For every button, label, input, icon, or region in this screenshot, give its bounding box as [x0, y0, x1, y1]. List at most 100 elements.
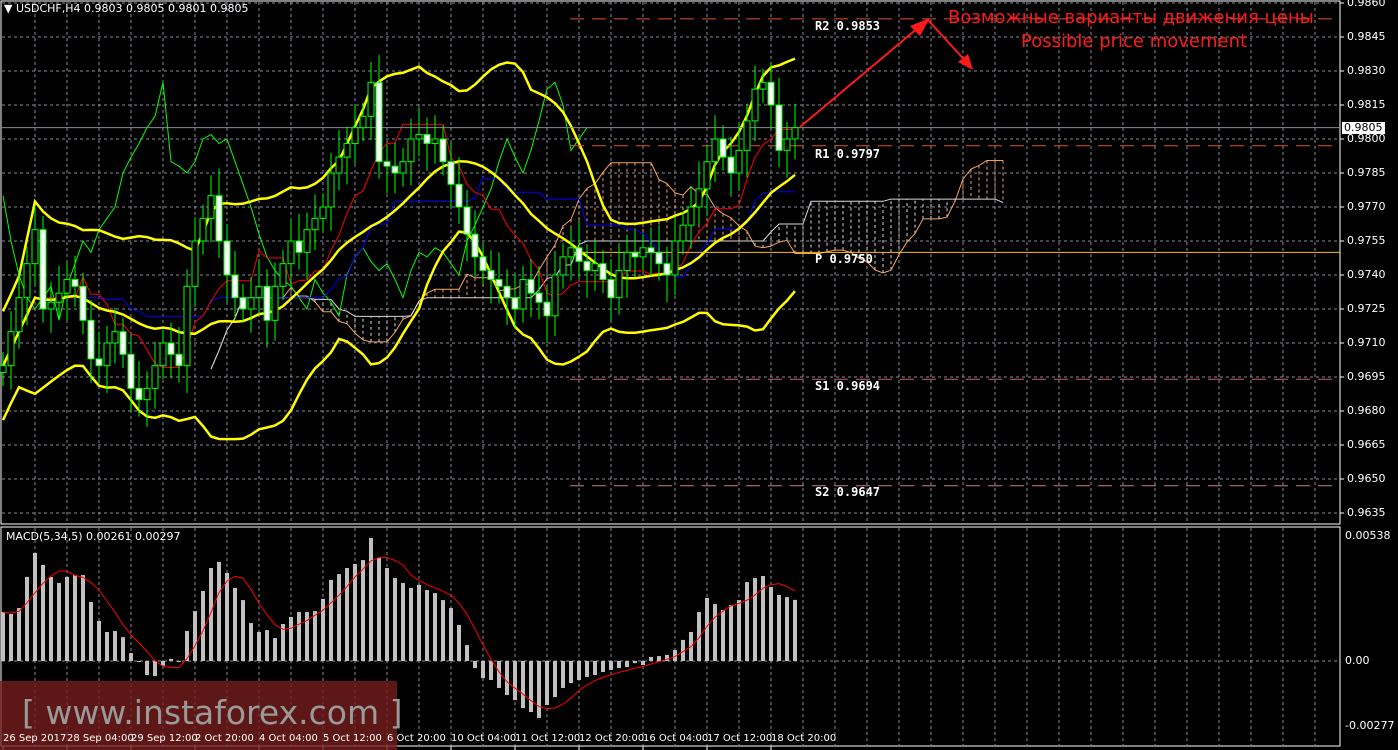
- macd-histogram-bar: [449, 608, 453, 661]
- candle-body: [655, 251, 663, 265]
- candle-body: [495, 279, 503, 287]
- macd-histogram-bar: [729, 605, 733, 661]
- time-axis-label: 18 Oct 20:00: [771, 733, 837, 744]
- candle-body: [143, 387, 151, 401]
- macd-axis-label: -0.00277: [1345, 718, 1395, 732]
- macd-histogram-bar: [793, 599, 797, 661]
- price-axis-label: 0.9755: [1347, 234, 1386, 247]
- annotation-russian: Возможные варианты движения цены: [948, 7, 1314, 28]
- macd-histogram-bar: [529, 661, 533, 713]
- macd-histogram-bar: [41, 564, 45, 661]
- candle-body: [559, 256, 567, 276]
- candle-body: [639, 247, 647, 258]
- candle-body: [791, 127, 799, 140]
- candle-body: [631, 251, 639, 258]
- macd-histogram-bar: [65, 576, 69, 661]
- candle-body: [407, 138, 415, 163]
- chart-header: ▼ USDCHF,H4 0.9803 0.9805 0.9801 0.9805: [4, 2, 248, 15]
- candle-body: [439, 138, 447, 163]
- price-axis-label: 0.9650: [1347, 472, 1386, 485]
- price-axis-label: 0.9725: [1347, 302, 1386, 315]
- candle-body: [503, 285, 511, 299]
- macd-histogram-bar: [1, 612, 5, 661]
- macd-histogram-bar: [89, 601, 93, 661]
- candle-body: [167, 342, 175, 355]
- time-axis-label: 29 Sep 12:00: [131, 733, 198, 744]
- ohlc-readout: 0.9803 0.9805 0.9801 0.9805: [84, 2, 249, 15]
- time-axis-label: 26 Sep 2017: [3, 733, 67, 744]
- candle-body: [511, 297, 519, 310]
- candle-body: [15, 297, 23, 333]
- candle-body: [223, 240, 231, 276]
- macd-histogram-bar: [385, 568, 389, 661]
- candle-body: [663, 263, 671, 276]
- candle-body: [127, 353, 135, 389]
- macd-histogram-bar: [609, 661, 613, 670]
- macd-histogram-bar: [593, 661, 597, 676]
- macd-histogram-bar: [657, 656, 661, 661]
- candle-body: [343, 143, 351, 158]
- candle-body: [255, 285, 263, 299]
- macd-histogram-bar: [113, 631, 117, 661]
- macd-histogram-bar: [369, 538, 373, 661]
- macd-histogram-bar: [105, 631, 109, 661]
- candle-body: [231, 274, 239, 299]
- macd-histogram-bar: [177, 661, 181, 662]
- macd-histogram-bar: [9, 613, 13, 661]
- candle-body: [335, 156, 343, 174]
- candle-body: [199, 217, 207, 242]
- macd-histogram-bar: [417, 584, 421, 661]
- macd-histogram-bar: [433, 593, 437, 661]
- macd-histogram-bar: [713, 604, 717, 661]
- macd-histogram-bar: [17, 608, 21, 661]
- macd-histogram-bar: [513, 661, 517, 701]
- candle-body: [263, 285, 271, 321]
- candle-body: [775, 104, 783, 151]
- time-axis-label: 28 Sep 04:00: [67, 733, 134, 744]
- macd-histogram-bar: [201, 590, 205, 661]
- price-axis-label: 0.9815: [1347, 98, 1386, 111]
- candle-body: [39, 229, 47, 310]
- candle-body: [327, 172, 335, 208]
- pivot-s1-label: S1 0.9694: [815, 379, 881, 393]
- candle-body: [295, 240, 303, 253]
- candle-body: [135, 387, 143, 401]
- candle-body: [159, 342, 167, 367]
- macd-histogram-bar: [377, 557, 381, 661]
- macd-histogram-bar: [169, 658, 173, 661]
- macd-histogram-bar: [97, 620, 101, 661]
- macd-histogram-bar: [633, 661, 637, 664]
- candle-body: [783, 138, 791, 151]
- candle-body: [47, 301, 55, 310]
- candle-body: [303, 229, 311, 253]
- macd-histogram-bar: [497, 661, 501, 688]
- candle-body: [431, 138, 439, 145]
- time-axis-label: 17 Oct 12:00: [707, 733, 773, 744]
- candle-body: [543, 301, 551, 317]
- macd-histogram-bar: [129, 653, 133, 661]
- macd-histogram-bar: [265, 630, 269, 661]
- macd-histogram-bar: [241, 600, 245, 661]
- collapse-triangle-icon[interactable]: ▼: [4, 2, 12, 15]
- macd-histogram-bar: [489, 661, 493, 680]
- candle-body: [31, 229, 39, 265]
- candle-body: [7, 331, 15, 367]
- pivot-r1-label: R1 0.9797: [815, 147, 881, 161]
- macd-histogram-bar: [337, 574, 341, 661]
- macd-histogram-bar: [441, 600, 445, 661]
- macd-histogram-bar: [705, 598, 709, 661]
- macd-histogram-bar: [569, 661, 573, 684]
- candle-body: [463, 206, 471, 235]
- forecast-arrow-up: [799, 21, 926, 128]
- time-axis-label: 2 Oct 20:00: [195, 733, 254, 744]
- macd-histogram-bar: [145, 661, 149, 676]
- candle-body: [215, 195, 223, 242]
- macd-histogram-bar: [409, 587, 413, 661]
- macd-histogram-bar: [553, 661, 557, 698]
- price-axis-label: 0.9845: [1347, 30, 1386, 43]
- macd-label: MACD(5,34,5) 0.00261 0.00297: [6, 530, 181, 543]
- candle-body: [111, 331, 119, 344]
- candle-body: [191, 240, 199, 287]
- candle-body: [383, 161, 391, 167]
- candle-body: [239, 297, 247, 310]
